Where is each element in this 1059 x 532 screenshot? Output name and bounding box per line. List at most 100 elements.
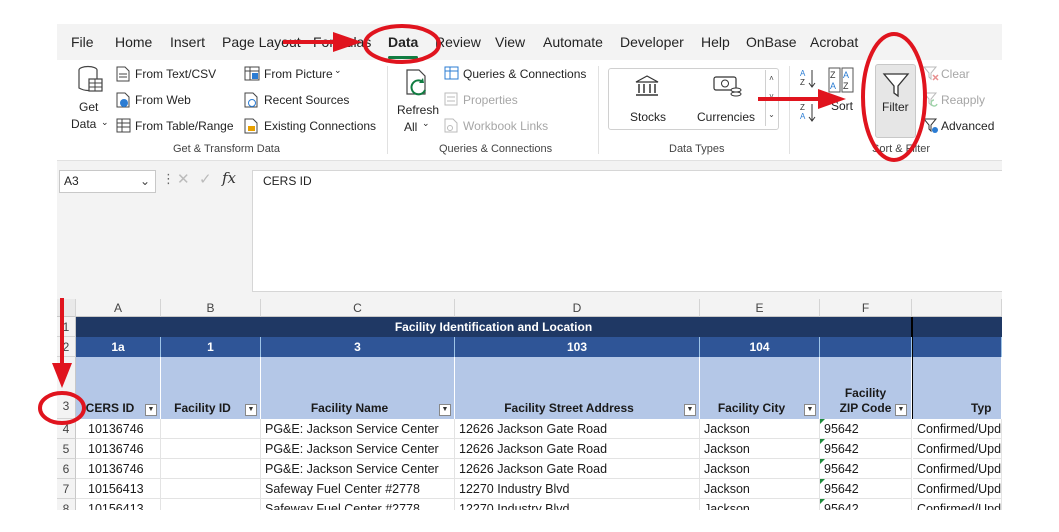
tab-help[interactable]: Help xyxy=(701,34,730,50)
cell-facility-id[interactable] xyxy=(161,419,261,439)
currencies-button[interactable]: Currencies xyxy=(697,110,755,124)
cell-cers-id[interactable]: 10136746 xyxy=(76,459,161,479)
cell-facility-name[interactable]: PG&E: Jackson Service Center xyxy=(261,459,455,479)
enter-check-icon[interactable]: ✓ xyxy=(199,170,212,188)
tab-automate[interactable]: Automate xyxy=(543,34,603,50)
refresh-all-label2[interactable]: All xyxy=(404,120,417,134)
more-options-icon[interactable]: ⋮ xyxy=(162,171,175,187)
row-header-6[interactable]: 6 xyxy=(57,459,76,479)
row-header-7[interactable]: 7 xyxy=(57,479,76,499)
filter-label[interactable]: Filter xyxy=(882,100,909,114)
column-header-b[interactable]: B xyxy=(161,299,261,317)
tab-onbase[interactable]: OnBase xyxy=(746,34,797,50)
filter-dropdown-icon[interactable]: ▼ xyxy=(439,404,451,416)
field-number-b[interactable]: 1 xyxy=(161,337,261,357)
cancel-icon[interactable]: ✕ xyxy=(177,170,190,188)
get-data-label[interactable]: Get xyxy=(79,100,98,114)
select-all-corner[interactable] xyxy=(57,299,76,317)
cell-type[interactable]: Confirmed/Upd xyxy=(913,439,1002,459)
refresh-all-label[interactable]: Refresh xyxy=(397,103,439,117)
gallery-scroll[interactable]: ˄ ˅ ⌄ xyxy=(765,70,777,126)
workbook-links-button[interactable]: Workbook Links xyxy=(463,119,548,133)
from-picture-button[interactable]: From Picture xyxy=(264,67,333,81)
from-web-button[interactable]: From Web xyxy=(135,93,191,107)
cell-city[interactable]: Jackson xyxy=(700,479,820,499)
field-number-e[interactable]: 104 xyxy=(700,337,820,357)
cell-cers-id[interactable]: 10156413 xyxy=(76,499,161,510)
cell-city[interactable]: Jackson xyxy=(700,459,820,479)
tab-developer[interactable]: Developer xyxy=(620,34,684,50)
header-cell-city[interactable]: Facility City ▼ xyxy=(700,357,820,419)
sort-az-icon[interactable]: A Z xyxy=(800,68,816,88)
cell-type[interactable]: Confirmed/Upd xyxy=(913,419,1002,439)
properties-button[interactable]: Properties xyxy=(463,93,518,107)
cell-zip[interactable]: 95642 xyxy=(820,439,912,459)
cell-zip[interactable]: 95642 xyxy=(820,459,912,479)
function-icon[interactable]: fx xyxy=(222,169,236,187)
tab-page-layout[interactable]: Page Layout xyxy=(222,34,301,50)
column-header-a[interactable]: A xyxy=(76,299,161,317)
row-header-8[interactable]: 8 xyxy=(57,499,76,510)
cell-street-address[interactable]: 12626 Jackson Gate Road xyxy=(455,459,700,479)
cell-facility-name[interactable]: Safeway Fuel Center #2778 xyxy=(261,499,455,510)
section-banner-next[interactable] xyxy=(912,317,1002,337)
cell-zip[interactable]: 95642 xyxy=(820,479,912,499)
from-table-range-button[interactable]: From Table/Range xyxy=(135,119,234,133)
cell-type[interactable]: Confirmed/Upd xyxy=(913,479,1002,499)
cell-facility-id[interactable] xyxy=(161,479,261,499)
cell-facility-id[interactable] xyxy=(161,439,261,459)
cell-city[interactable]: Jackson xyxy=(700,499,820,510)
field-number-g[interactable] xyxy=(913,337,1002,357)
from-text-csv-button[interactable]: From Text/CSV xyxy=(135,67,216,81)
tab-view[interactable]: View xyxy=(495,34,525,50)
header-cell-type[interactable]: Typ xyxy=(913,357,1002,419)
stocks-button[interactable]: Stocks xyxy=(630,110,666,124)
column-header-f[interactable]: F xyxy=(820,299,912,317)
funnel-icon[interactable] xyxy=(882,72,910,98)
cell-type[interactable]: Confirmed/Upd xyxy=(913,499,1002,510)
formula-input[interactable]: CERS ID xyxy=(252,170,1002,292)
filter-dropdown-icon[interactable]: ▼ xyxy=(895,404,907,416)
tab-formulas[interactable]: Formulas xyxy=(313,34,371,50)
tab-file[interactable]: File xyxy=(71,34,94,50)
column-header-g[interactable] xyxy=(912,299,1002,317)
tab-data[interactable]: Data xyxy=(388,34,418,50)
filter-dropdown-icon[interactable]: ▼ xyxy=(804,404,816,416)
column-header-d[interactable]: D xyxy=(455,299,700,317)
header-cell-cers-id[interactable]: CERS ID ▼ xyxy=(76,357,161,419)
cell-facility-id[interactable] xyxy=(161,499,261,510)
tab-acrobat[interactable]: Acrobat xyxy=(810,34,858,50)
cell-type[interactable]: Confirmed/Upd xyxy=(913,459,1002,479)
filter-dropdown-icon[interactable]: ▼ xyxy=(145,404,157,416)
field-number-d[interactable]: 103 xyxy=(455,337,700,357)
column-header-c[interactable]: C xyxy=(261,299,455,317)
cell-facility-name[interactable]: Safeway Fuel Center #2778 xyxy=(261,479,455,499)
cell-zip[interactable]: 95642 xyxy=(820,419,912,439)
refresh-icon[interactable] xyxy=(403,68,431,98)
cell-facility-name[interactable]: PG&E: Jackson Service Center xyxy=(261,419,455,439)
chevron-down-icon[interactable]: ⌄ xyxy=(101,117,109,128)
cell-cers-id[interactable]: 10136746 xyxy=(76,419,161,439)
chevron-down-icon[interactable]: ⌄ xyxy=(334,65,342,76)
cell-cers-id[interactable]: 10156413 xyxy=(76,479,161,499)
sort-za-icon[interactable]: Z A xyxy=(800,102,816,122)
cell-street-address[interactable]: 12270 Industry Blvd xyxy=(455,479,700,499)
field-number-a[interactable]: 1a xyxy=(76,337,161,357)
existing-connections-button[interactable]: Existing Connections xyxy=(264,119,376,133)
bank-icon[interactable] xyxy=(634,74,660,98)
cell-facility-id[interactable] xyxy=(161,459,261,479)
tab-home[interactable]: Home xyxy=(115,34,152,50)
cell-zip[interactable]: 95642 xyxy=(820,499,912,510)
field-number-c[interactable]: 3 xyxy=(261,337,455,357)
header-cell-facility-name[interactable]: Facility Name ▼ xyxy=(261,357,455,419)
cell-city[interactable]: Jackson xyxy=(700,419,820,439)
row-header-4[interactable]: 4 xyxy=(57,419,76,439)
row-header-3[interactable]: 3 xyxy=(57,357,76,419)
field-number-f[interactable] xyxy=(820,337,912,357)
reapply-button[interactable]: Reapply xyxy=(941,93,985,107)
column-header-e[interactable]: E xyxy=(700,299,820,317)
cell-street-address[interactable]: 12626 Jackson Gate Road xyxy=(455,419,700,439)
name-box[interactable]: A3 ⌄ xyxy=(59,170,156,193)
filter-dropdown-icon[interactable]: ▼ xyxy=(684,404,696,416)
section-banner[interactable]: Facility Identification and Location xyxy=(76,317,911,337)
